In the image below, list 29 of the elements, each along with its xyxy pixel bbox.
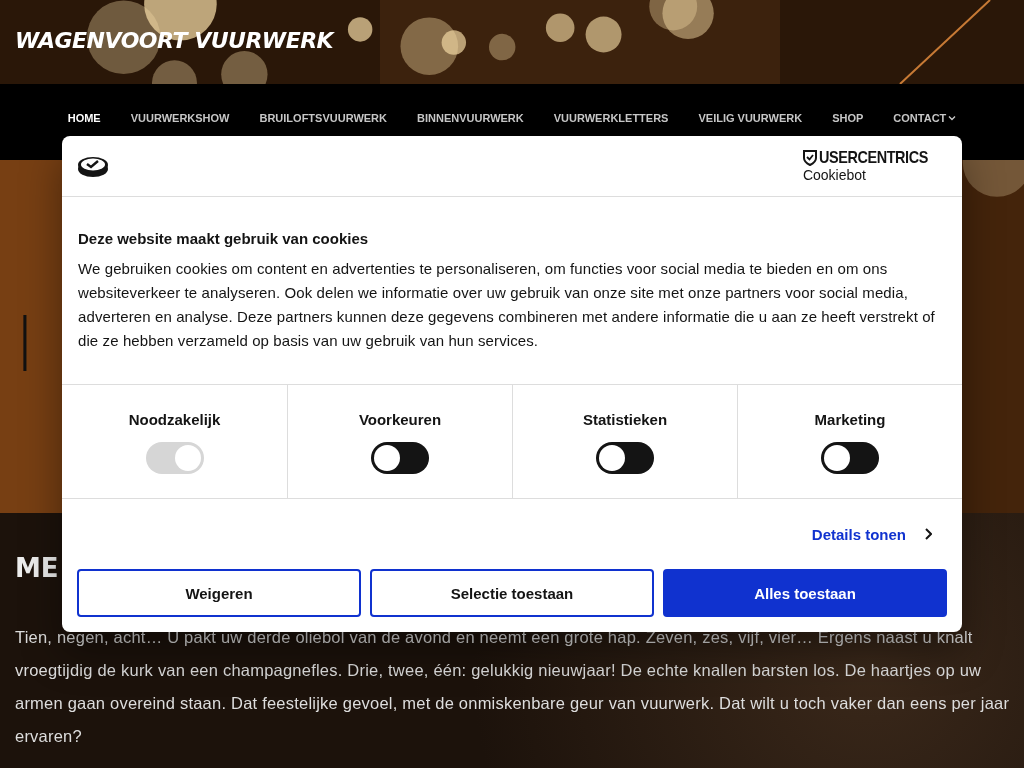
chevron-right-icon	[924, 528, 932, 540]
shield-icon	[802, 150, 817, 166]
dialog-title: Deze website maakt gebruik van cookies	[78, 230, 370, 247]
nav-item[interactable]: SHOP	[817, 112, 879, 124]
section-heading: ME	[15, 553, 60, 583]
consent-button[interactable]: Selectie toestaan	[370, 569, 654, 617]
nav-item[interactable]: BINNENVUURWERK	[402, 112, 539, 124]
brand-subtitle: Cookiebot	[802, 167, 866, 183]
hero-heading: I	[16, 300, 30, 389]
cookie-check-icon	[77, 154, 109, 178]
consent-button[interactable]: Weigeren	[77, 569, 361, 617]
brand-name: USERCENTRICS	[818, 149, 928, 167]
nav-item[interactable]: CONTACT	[878, 112, 972, 124]
category-label: Voorkeuren	[358, 411, 442, 428]
details-link[interactable]: Details tonen	[811, 525, 906, 543]
nav-item[interactable]: HOME	[52, 112, 116, 124]
nav-item[interactable]: VUURWERKLETTERS	[538, 112, 684, 124]
category-label: Marketing	[814, 411, 886, 428]
site-title[interactable]: WAGENVOORT VUURWERK	[15, 27, 334, 53]
nav-item[interactable]: VUURWERKSHOW	[115, 112, 245, 124]
toggle-switch[interactable]	[596, 442, 654, 474]
dialog-text: We gebruiken cookies om content en advertenties te personaliseren, om functies voor social media te bieden en om ons websiteverkeer te analyseren. Ook delen we informatie over uw gebruik van onze site met onze partners voor social media, adverteren en analyse. Deze partners kunnen deze gegevens combineren met andere informatie die u aan ze heeft verstrekt of die ze hebben verzameld op basis van uw gebruik van hun services.	[78, 259, 936, 351]
category-label: Noodzakelijk	[128, 411, 221, 428]
nav-item[interactable]: BRUILOFTSVUURWERK	[244, 112, 402, 124]
toggle-switch[interactable]	[371, 442, 429, 474]
nav-item[interactable]: VEILIG VUURWERK	[683, 112, 818, 124]
toggle-switch[interactable]	[821, 442, 879, 474]
consent-button[interactable]: Alles toestaan	[663, 569, 947, 617]
category-label: Statistieken	[582, 411, 668, 428]
